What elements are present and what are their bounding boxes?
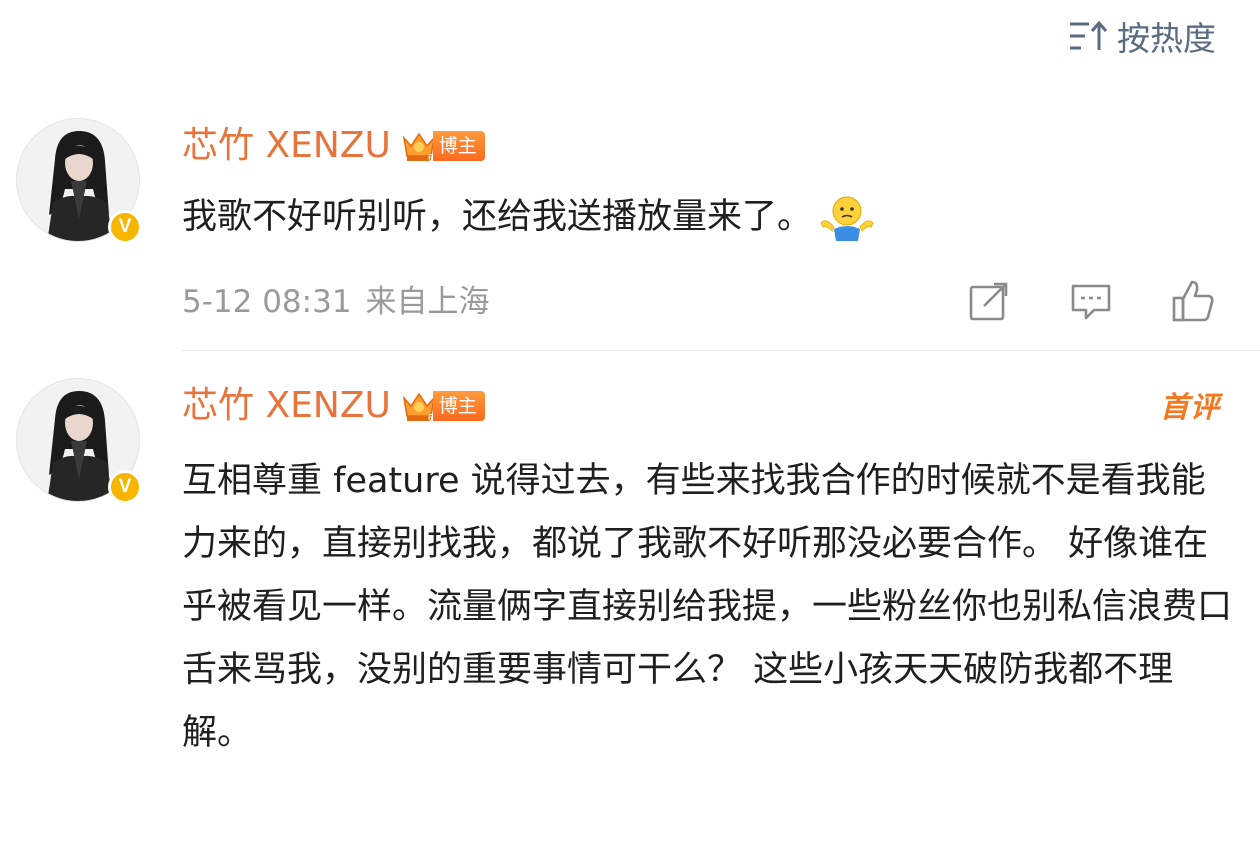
blogger-badge: 6 博主 (401, 388, 485, 424)
comment-date: 5-12 08:31 (182, 284, 352, 320)
avatar-container[interactable]: V (16, 118, 142, 244)
comment-text: 我歌不好听别听，还给我送播放量来了。 (182, 197, 813, 237)
comment-text: 互相尊重 feature 说得过去，有些来找我合作的时候就不是看我能力来的，直接… (182, 461, 1233, 753)
blogger-badge: 6 博主 (401, 128, 485, 164)
comment-icon[interactable] (1068, 278, 1114, 324)
sort-order-icon (1070, 20, 1108, 50)
shrug-emoji-icon (820, 196, 874, 241)
comment-meta: 5-12 08:31 来自上海 (182, 280, 490, 324)
divider (182, 350, 1260, 351)
username[interactable]: 芯竹 XENZU (182, 122, 391, 170)
first-comment-tag: 首评 (1159, 390, 1220, 424)
avatar-container[interactable]: V (16, 378, 142, 504)
sort-label: 按热度 (1117, 19, 1216, 58)
blogger-badge-label: 博主 (432, 391, 485, 421)
share-icon[interactable] (966, 278, 1012, 324)
crown-icon: 6 (402, 392, 435, 423)
comment-item: V 芯竹 XENZU 6 博主 我歌不好听别听，还给我送播放量来了。 5-12 … (0, 112, 1260, 352)
comment-text-container: 我歌不好听别听，还给我送播放量来了。 (182, 186, 1222, 249)
verified-v-badge: V (108, 210, 142, 244)
comment-actions (966, 278, 1216, 324)
blogger-badge-label: 博主 (432, 131, 485, 161)
sort-by-hot-button[interactable]: 按热度 (1067, 14, 1216, 58)
username[interactable]: 芯竹 XENZU (182, 382, 391, 430)
comment-location: 来自上海 (365, 284, 490, 320)
comment-item: V 芯竹 XENZU 6 博主 首评 互相尊重 feature 说得过去，有些来… (0, 372, 1260, 842)
verified-v-badge: V (108, 470, 142, 504)
crown-icon: 6 (402, 132, 435, 163)
like-icon[interactable] (1170, 278, 1216, 324)
